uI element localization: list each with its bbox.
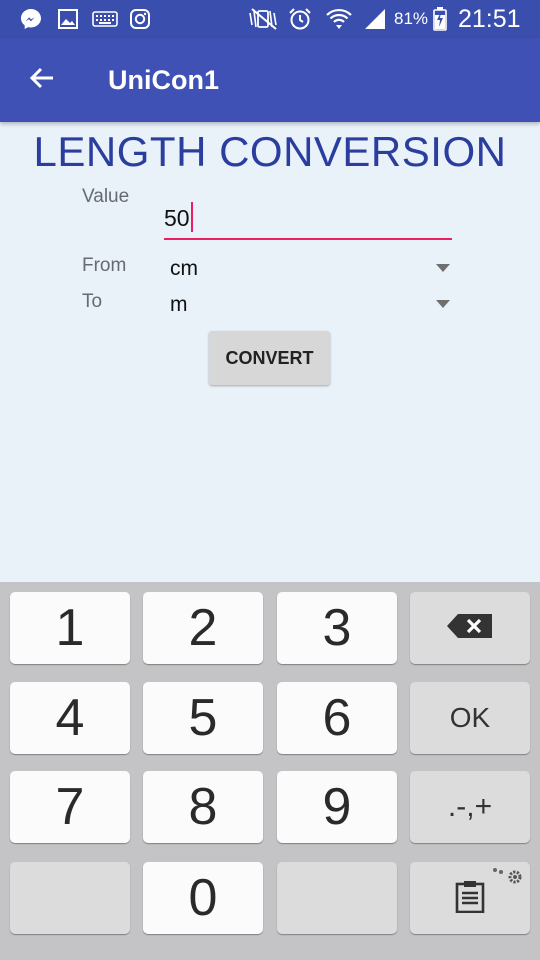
messenger-icon (18, 7, 44, 31)
backspace-icon (446, 612, 494, 645)
from-unit-dropdown[interactable]: cm (168, 254, 452, 284)
wifi-icon (324, 7, 354, 31)
numeric-keyboard: 1 2 3 4 5 6 OK 7 8 9 .-,+ 0 (0, 582, 540, 960)
blank-key-right[interactable] (277, 862, 397, 934)
back-button[interactable] (22, 60, 62, 100)
to-unit-dropdown[interactable]: m (168, 290, 452, 320)
arrow-back-icon (29, 65, 55, 96)
key-4[interactable]: 4 (10, 682, 130, 754)
key-7[interactable]: 7 (10, 771, 130, 843)
key-1[interactable]: 1 (10, 592, 130, 664)
key-5[interactable]: 5 (143, 682, 263, 754)
from-unit-value: cm (170, 257, 198, 280)
ok-key[interactable]: OK (410, 682, 530, 754)
value-input[interactable]: 50 (164, 196, 452, 240)
key-0[interactable]: 0 (143, 862, 263, 934)
symbols-key[interactable]: .-,+ (410, 771, 530, 843)
backspace-key[interactable] (410, 592, 530, 664)
convert-button[interactable]: CONVERT (209, 331, 330, 385)
app-title: UniCon1 (108, 65, 219, 95)
status-bar: 81% 21:51 (0, 0, 540, 38)
dropdown-arrow-icon (436, 300, 450, 308)
key-2[interactable]: 2 (143, 592, 263, 664)
to-label: To (82, 291, 103, 312)
key-9[interactable]: 9 (277, 771, 397, 843)
text-caret (190, 202, 193, 232)
gallery-icon (56, 7, 80, 31)
key-6[interactable]: 6 (277, 682, 397, 754)
status-clock: 21:51 (458, 5, 521, 33)
battery-percent: 81% (394, 9, 429, 28)
keyboard-icon (92, 7, 118, 31)
instagram-icon (128, 7, 152, 31)
battery-charging-icon (432, 7, 448, 31)
alarm-icon (286, 7, 314, 31)
mute-icon (246, 7, 280, 31)
dropdown-arrow-icon (436, 264, 450, 272)
value-input-text: 50 (164, 202, 193, 232)
value-label: Value (82, 186, 130, 207)
clipboard-icon (454, 879, 486, 918)
key-3[interactable]: 3 (277, 592, 397, 664)
page-heading: LENGTH CONVERSION (33, 128, 507, 175)
blank-key-left[interactable] (10, 862, 130, 934)
settings-gear-icon (492, 866, 524, 891)
clipboard-key[interactable] (410, 862, 530, 934)
from-label: From (82, 255, 127, 276)
signal-icon (362, 7, 388, 31)
to-unit-value: m (170, 293, 188, 316)
app-bar: UniCon1 (0, 38, 540, 122)
key-8[interactable]: 8 (143, 771, 263, 843)
